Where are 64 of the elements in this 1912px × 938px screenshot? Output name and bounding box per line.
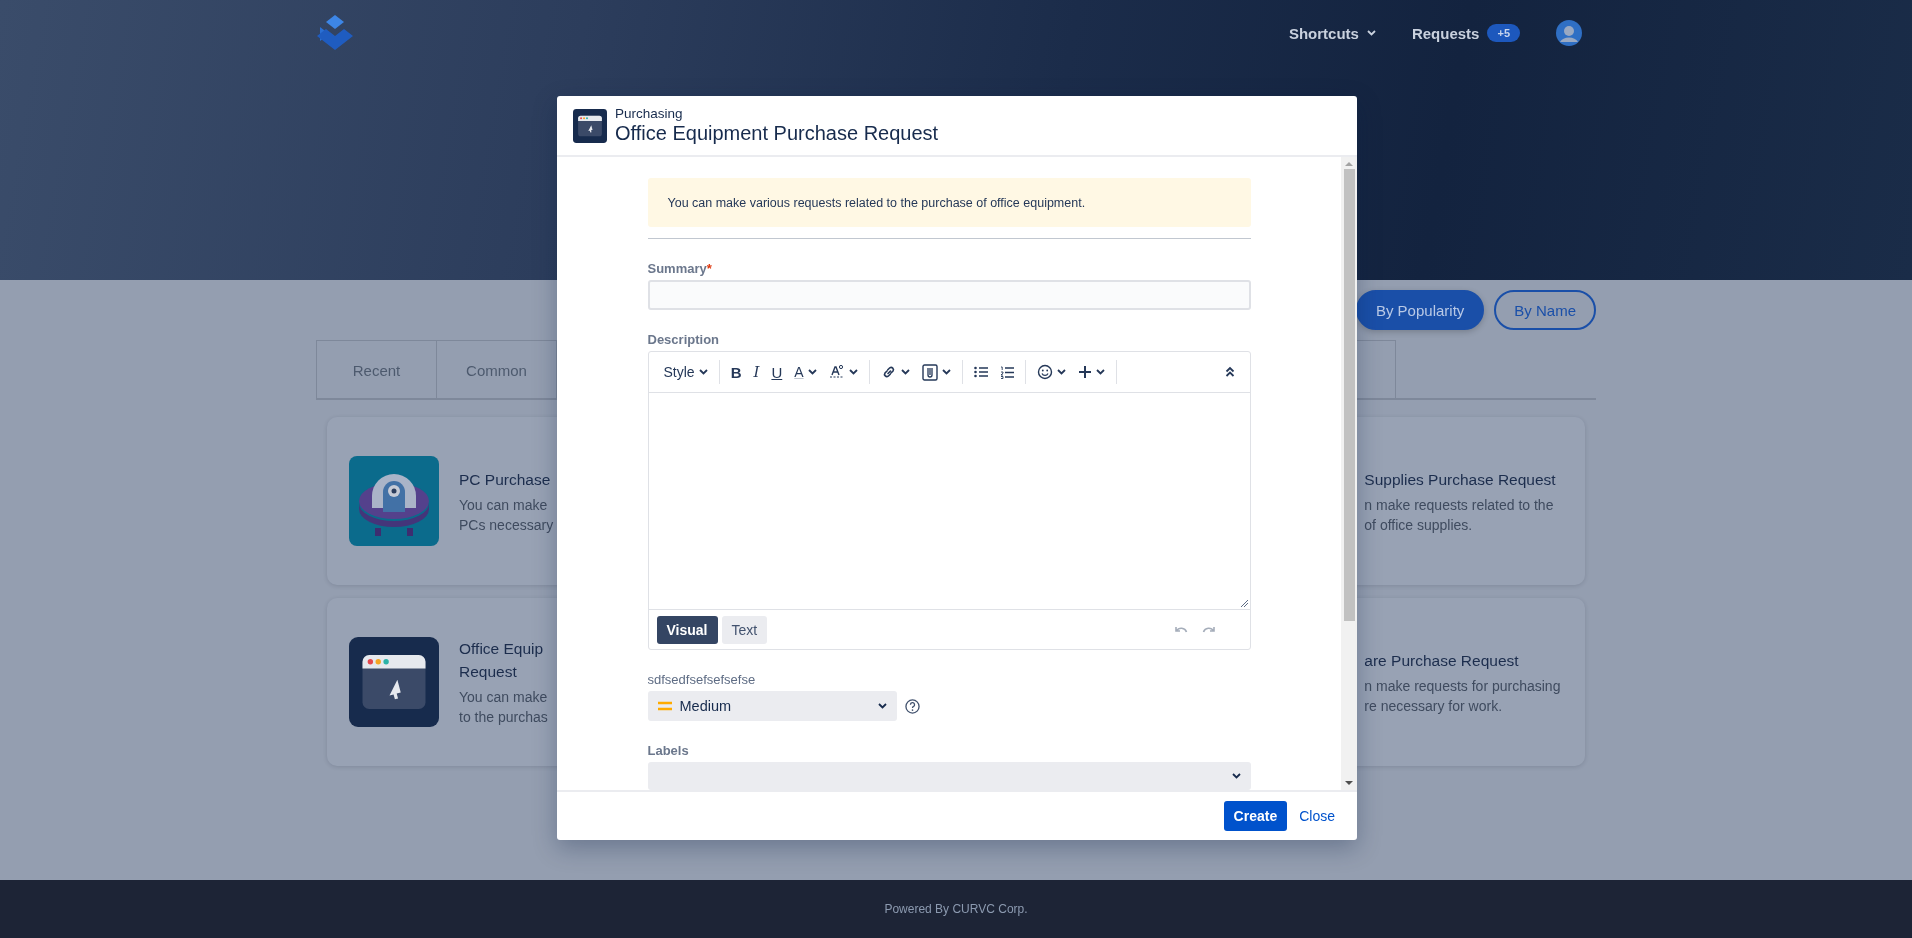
card-description: n make requests for purchasing	[1364, 676, 1561, 696]
card-title: PC Purchase	[459, 469, 552, 490]
scrollbar[interactable]	[1341, 157, 1357, 790]
caret-icon	[1056, 369, 1066, 375]
card-description: You can make	[459, 495, 549, 515]
create-button[interactable]: Create	[1223, 801, 1288, 831]
card-description: n make requests related to the	[1364, 495, 1555, 515]
caret-icon	[1095, 369, 1105, 375]
field-label: Labels	[647, 743, 690, 758]
emoji-icon	[1036, 364, 1053, 380]
count-badge: +5	[1487, 24, 1520, 42]
robot-icon	[349, 456, 439, 546]
caret-icon	[848, 369, 858, 375]
modal-title: Office Equipment Purchase Request	[615, 122, 939, 145]
bold-button[interactable]: B	[725, 360, 747, 384]
italic-button[interactable]: I	[748, 360, 765, 384]
resize-grip-icon	[1239, 599, 1248, 607]
info-notice: You can make various requests related to the purchase of office equipment.	[647, 178, 1251, 227]
request-category: Purchasing	[615, 106, 684, 121]
plus-icon	[1077, 365, 1092, 379]
numbered-list-icon	[999, 365, 1014, 379]
underline-button[interactable]: U	[766, 360, 788, 384]
summary-field[interactable]	[647, 280, 1251, 310]
caret-icon	[900, 369, 910, 375]
caret-icon	[698, 369, 708, 375]
card-description: You can make	[459, 688, 548, 707]
card-title: Request	[459, 662, 518, 682]
requests-link[interactable]: Requests +5	[1411, 24, 1520, 42]
avatar-icon[interactable]	[1556, 20, 1582, 46]
redo-icon	[1201, 624, 1216, 635]
text-color-button[interactable]: A	[789, 361, 822, 383]
editor-mode-tab[interactable]: Text	[721, 615, 768, 644]
card-title: are Purchase Request	[1364, 650, 1520, 671]
scroll-down-arrow-icon[interactable]	[1345, 780, 1353, 786]
editor-mode-tab[interactable]: Visual	[656, 615, 718, 644]
priority-select[interactable]: Medium	[647, 691, 897, 721]
card-description: re necessary for work.	[1364, 696, 1504, 716]
undo-icon	[1173, 624, 1188, 635]
browser-window-icon	[573, 108, 607, 143]
attachment-icon	[921, 363, 938, 381]
shortcuts-menu[interactable]: Shortcuts	[1288, 24, 1376, 42]
caret-icon	[877, 703, 887, 709]
card-title: Supplies Purchase Request	[1364, 469, 1556, 490]
clear-format-icon	[828, 364, 845, 380]
browser-window-icon	[349, 637, 439, 727]
caret-icon	[1366, 30, 1376, 36]
footer-text: Powered By CURVC Corp.	[884, 902, 1028, 916]
card-description: PCs necessary	[459, 515, 554, 535]
card-description: to the purchas	[459, 708, 548, 727]
sort-button[interactable]: By Popularity	[1355, 290, 1485, 330]
caret-icon	[1231, 773, 1241, 779]
logo-icon	[316, 13, 354, 53]
caret-icon	[807, 369, 817, 375]
card-description: of office supplies.	[1364, 515, 1474, 535]
style-dropdown[interactable]: Style	[658, 361, 713, 383]
double-chevron-up-icon	[1224, 366, 1235, 378]
help-icon[interactable]	[904, 698, 920, 714]
close-link[interactable]: Close	[1293, 808, 1341, 824]
bullet-list-icon	[973, 366, 988, 378]
field-label: Summary*	[647, 261, 713, 276]
caret-icon	[941, 369, 951, 375]
field-label: Description	[647, 332, 720, 347]
medium-priority-icon	[657, 701, 672, 711]
card-title: Office Equip	[459, 639, 545, 659]
